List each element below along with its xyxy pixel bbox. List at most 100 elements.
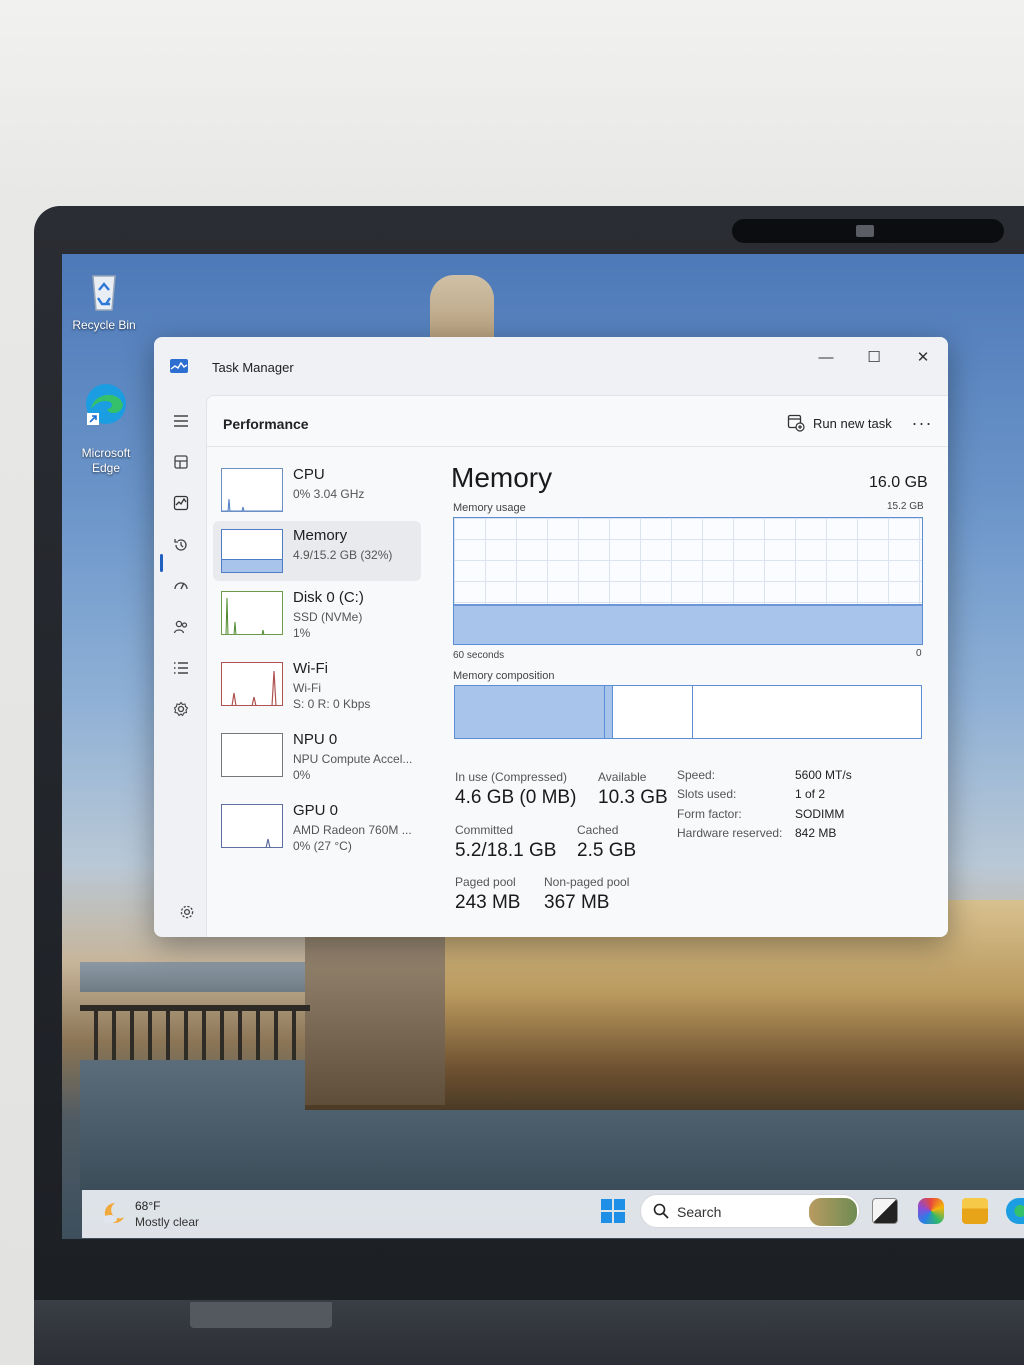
form-factor-value: SODIMM: [795, 807, 845, 821]
run-new-task-label: Run new task: [813, 415, 892, 431]
weather-condition[interactable]: Mostly clear: [135, 1215, 199, 1229]
memory-usage-label: Memory usage: [453, 502, 526, 514]
hardware-reserved-key: Hardware reserved:: [677, 826, 783, 840]
page-title: Performance: [223, 416, 309, 432]
details-icon[interactable]: [166, 653, 196, 683]
committed-value: 5.2/18.1 GB: [455, 840, 557, 861]
device-usage: 0%: [293, 768, 311, 782]
device-name: GPU 0: [293, 802, 339, 819]
speed-key: Speed:: [677, 768, 716, 782]
laptop-base: [34, 1300, 1024, 1365]
device-detail: AMD Radeon 760M ...: [293, 823, 412, 837]
window-title: Task Manager: [212, 360, 294, 375]
device-memory[interactable]: Memory 4.9/15.2 GB (32%): [213, 521, 421, 581]
slots-used-key: Slots used:: [677, 787, 737, 801]
hardware-reserved-value: 842 MB: [795, 826, 837, 840]
wallpaper-shore: [80, 962, 310, 992]
speed-value: 5600 MT/s: [795, 768, 852, 782]
close-button[interactable]: ✕: [900, 343, 946, 371]
device-name: Disk 0 (C:): [293, 589, 364, 606]
edge-label: Microsoft Edge: [81, 446, 131, 475]
recycle-bin-icon: [92, 275, 116, 311]
time-axis-label: 60 seconds: [453, 650, 505, 661]
memory-heading: Memory: [451, 462, 553, 493]
wifi-thumbnail-graph: [221, 662, 283, 706]
cpu-thumbnail-graph: [221, 468, 283, 512]
task-view-icon[interactable]: [872, 1198, 898, 1224]
more-options-button[interactable]: ···: [907, 408, 937, 438]
device-detail: NPU Compute Accel...: [293, 752, 413, 766]
webcam-shutter: [856, 225, 874, 237]
composition-standby[interactable]: [613, 686, 693, 738]
laptop-hinge: [190, 1302, 332, 1328]
startup-apps-icon[interactable]: [166, 571, 196, 601]
run-new-task-button[interactable]: Run new task: [779, 408, 900, 438]
app-history-icon[interactable]: [166, 530, 196, 560]
weather-moon-icon[interactable]: [100, 1199, 128, 1227]
services-icon[interactable]: [166, 694, 196, 724]
device-name: Wi-Fi: [293, 660, 328, 677]
wallpaper-pier: [80, 1005, 310, 1060]
device-wifi[interactable]: Wi-Fi Wi-Fi S: 0 R: 0 Kbps: [213, 654, 421, 714]
file-explorer-icon[interactable]: [962, 1198, 988, 1224]
device-name: Memory: [293, 527, 348, 544]
paged-pool-label: Paged pool: [455, 875, 516, 889]
search-placeholder: Search: [677, 1204, 722, 1220]
run-task-icon: [787, 414, 805, 432]
device-detail: 0% 3.04 GHz: [293, 487, 365, 501]
title-bar[interactable]: Task Manager — ☐ ✕: [154, 337, 948, 387]
taskbar-search-box[interactable]: Search: [640, 1194, 860, 1228]
maximize-button[interactable]: ☐: [851, 343, 897, 371]
recycle-bin-label: Recycle Bin: [72, 318, 136, 332]
desktop-icon-edge[interactable]: Microsoft Edge: [66, 366, 146, 476]
hamburger-menu-icon[interactable]: [166, 406, 196, 436]
memory-total: 16.0 GB: [869, 474, 928, 491]
device-disk[interactable]: Disk 0 (C:) SSD (NVMe) 1%: [213, 583, 421, 643]
memory-composition-label: Memory composition: [453, 670, 555, 682]
performance-page: Performance Run new task ··· CPU 0% 3.04…: [206, 395, 948, 937]
in-use-label: In use (Compressed): [455, 770, 568, 784]
users-icon[interactable]: [166, 612, 196, 642]
gpu-thumbnail-graph: [221, 804, 283, 848]
form-factor-key: Form factor:: [677, 807, 742, 821]
cached-value: 2.5 GB: [577, 840, 637, 861]
device-name: CPU: [293, 466, 325, 483]
memory-usage-fill: [454, 603, 922, 644]
disk-thumbnail-graph: [221, 591, 283, 635]
device-cpu[interactable]: CPU 0% 3.04 GHz: [213, 460, 421, 520]
in-use-value: 4.6 GB (0 MB): [455, 787, 577, 808]
memory-composition-bar[interactable]: [454, 685, 922, 739]
device-name: NPU 0: [293, 731, 338, 748]
device-usage: 0% (27 °C): [293, 839, 352, 853]
composition-free[interactable]: [692, 686, 921, 738]
wallpaper-tower: [430, 275, 494, 345]
device-usage: 1%: [293, 626, 311, 640]
non-paged-pool-label: Non-paged pool: [544, 875, 630, 889]
minimize-button[interactable]: —: [803, 343, 849, 371]
task-manager-app-icon: [170, 359, 188, 373]
weather-temperature[interactable]: 68°F: [135, 1199, 160, 1213]
composition-in-use[interactable]: [455, 686, 605, 738]
memory-usage-graph: [453, 517, 923, 645]
microsoft-365-icon[interactable]: [918, 1198, 944, 1224]
processes-icon[interactable]: [166, 447, 196, 477]
edge-icon: [86, 384, 126, 425]
navigation-rail: [154, 397, 206, 937]
available-label: Available: [598, 770, 647, 784]
nav-active-indicator: [160, 554, 163, 572]
device-detail: SSD (NVMe): [293, 610, 363, 624]
device-gpu[interactable]: GPU 0 AMD Radeon 760M ... 0% (27 °C): [213, 796, 421, 856]
device-detail: Wi-Fi: [293, 681, 321, 695]
search-highlight-image: [809, 1198, 857, 1226]
composition-modified[interactable]: [604, 686, 614, 738]
task-manager-window: Task Manager — ☐ ✕ Performance Run new t…: [154, 337, 948, 937]
cached-label: Cached: [577, 823, 619, 837]
performance-icon[interactable]: [166, 488, 196, 518]
windows-start-icon[interactable]: [600, 1198, 626, 1224]
time-axis-zero: 0: [916, 648, 922, 659]
desktop-icon-recycle-bin[interactable]: Recycle Bin: [64, 268, 144, 332]
memory-usage-max: 15.2 GB: [887, 501, 924, 512]
device-npu[interactable]: NPU 0 NPU Compute Accel... 0%: [213, 725, 421, 785]
settings-icon[interactable]: [176, 901, 198, 923]
wallpaper-fortress-side: [305, 935, 445, 1105]
